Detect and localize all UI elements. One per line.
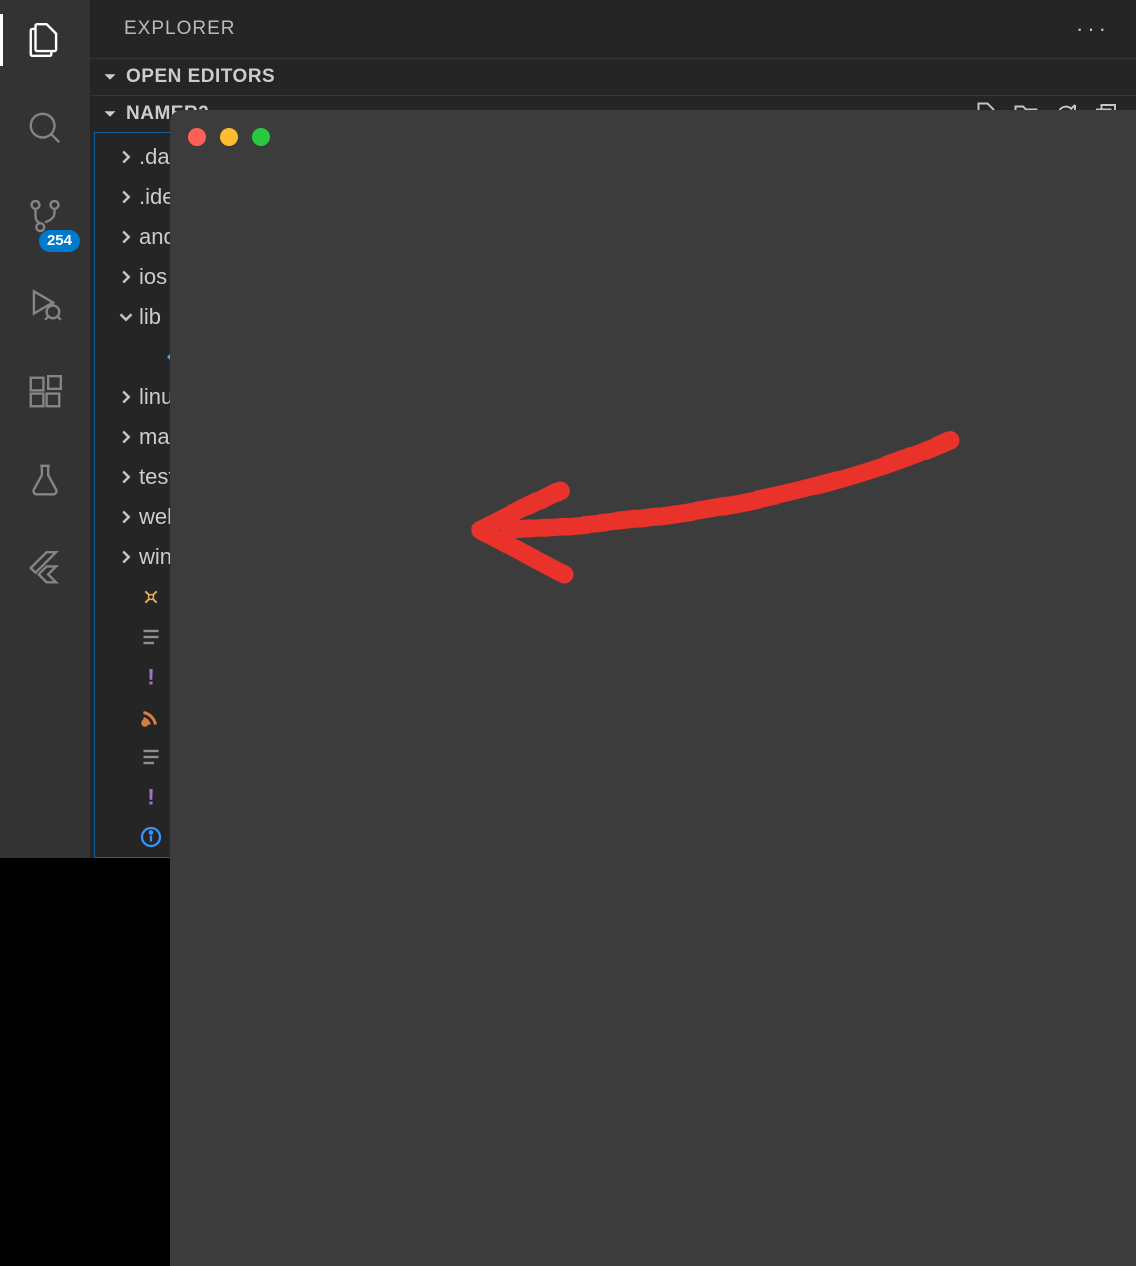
git-icon [139, 585, 163, 609]
open-editors-label: OPEN EDITORS [126, 66, 275, 88]
svg-text:!: ! [147, 665, 155, 689]
chevron-right-icon[interactable] [113, 186, 139, 208]
activity-testing[interactable] [0, 454, 90, 506]
chevron-right-icon[interactable] [113, 146, 139, 168]
extensions-icon [26, 373, 64, 411]
run-debug-icon [26, 285, 64, 323]
open-editors-section[interactable]: OPEN EDITORS [90, 58, 1136, 95]
excl-icon: ! [139, 665, 163, 689]
scm-badge: 254 [39, 230, 80, 252]
activity-bar: 254 [0, 0, 90, 858]
window-maximize-button[interactable] [252, 128, 270, 146]
chevron-down-icon [98, 65, 122, 89]
activity-run-debug[interactable] [0, 278, 90, 330]
chevron-right-icon[interactable] [113, 466, 139, 488]
activity-extensions[interactable] [0, 366, 90, 418]
flutter-icon [26, 549, 64, 587]
info-icon [139, 825, 163, 849]
chevron-right-icon[interactable] [113, 386, 139, 408]
chevron-right-icon[interactable] [113, 266, 139, 288]
feed-icon [139, 705, 163, 729]
window-close-button[interactable] [188, 128, 206, 146]
chevron-right-icon[interactable] [113, 226, 139, 248]
explorer-more-icon[interactable]: ··· [1076, 16, 1110, 42]
excl-icon: ! [139, 785, 163, 809]
lines-icon [139, 745, 163, 769]
window-minimize-button[interactable] [220, 128, 238, 146]
explorer-title: EXPLORER [124, 18, 235, 40]
activity-source-control[interactable]: 254 [0, 190, 90, 242]
chevron-down-icon [98, 102, 122, 126]
chevron-down-icon[interactable] [113, 306, 139, 328]
lines-icon [139, 625, 163, 649]
activity-flutter[interactable] [0, 542, 90, 594]
beaker-icon [26, 461, 64, 499]
chevron-right-icon[interactable] [113, 546, 139, 568]
files-icon [26, 21, 64, 59]
activity-search[interactable] [0, 102, 90, 154]
chevron-right-icon[interactable] [113, 506, 139, 528]
search-icon [26, 109, 64, 147]
chevron-right-icon[interactable] [113, 426, 139, 448]
svg-text:!: ! [147, 785, 155, 809]
vscode-window [170, 110, 1136, 1266]
explorer-header: EXPLORER ··· [90, 0, 1136, 58]
titlebar[interactable] [170, 110, 1136, 164]
activity-explorer[interactable] [0, 14, 90, 66]
